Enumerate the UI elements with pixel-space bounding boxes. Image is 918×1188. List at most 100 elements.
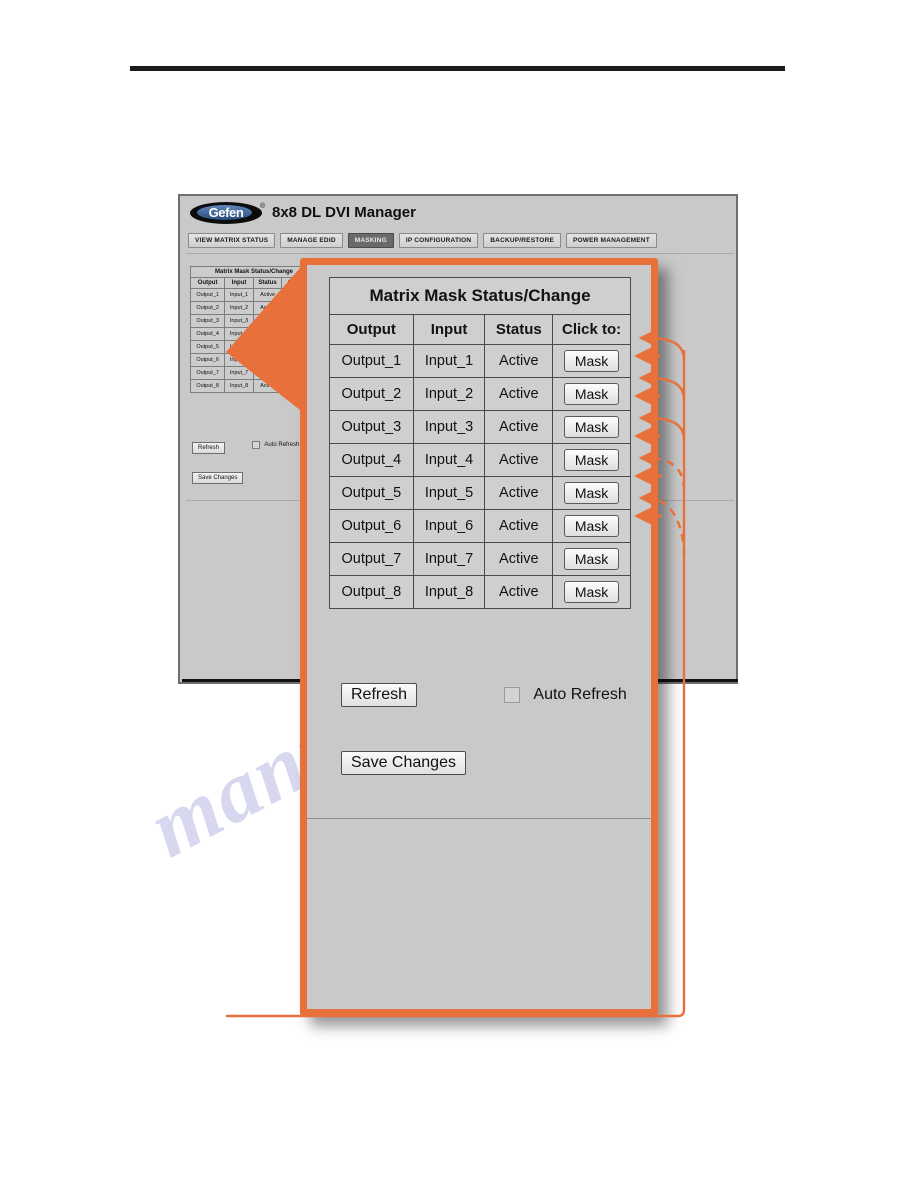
cell-input: Input_7 bbox=[412, 542, 486, 576]
tab-masking[interactable]: MASKING bbox=[347, 233, 394, 248]
mini-auto-refresh-label: Auto Refresh bbox=[264, 441, 300, 448]
logo-wordmark: Gefen bbox=[208, 205, 244, 220]
table-row: Output_8 Input_8 Active Mask bbox=[189, 379, 318, 393]
cell-input: Input_2 bbox=[412, 377, 486, 411]
cell-action[interactable]: Mask bbox=[552, 542, 631, 576]
mini-table-title: Matrix Mask Status/Change bbox=[190, 266, 318, 278]
mini-cell-input: Input_4 bbox=[224, 327, 254, 341]
cell-output: Output_2 bbox=[329, 377, 414, 411]
cell-input: Input_3 bbox=[412, 410, 486, 444]
mini-cell-status: Active bbox=[252, 366, 283, 380]
mini-cell-input: Input_3 bbox=[224, 314, 254, 328]
cell-input: Input_8 bbox=[412, 575, 486, 609]
cell-output: Output_3 bbox=[329, 410, 414, 444]
cell-output: Output_5 bbox=[329, 476, 414, 510]
mask-button-row-3[interactable]: Mask bbox=[563, 416, 620, 438]
cell-action[interactable]: Mask bbox=[552, 344, 631, 378]
app-header: Gefen ® 8x8 DL DVI Manager bbox=[180, 196, 736, 232]
table-row: Output_3 Input_3 Active Mask bbox=[329, 410, 631, 444]
cell-action[interactable]: Mask bbox=[552, 443, 631, 477]
page-header-rule bbox=[130, 66, 785, 71]
table-row: Output_6 Input_6 Active Mask bbox=[329, 509, 631, 543]
save-controls: Save Changes bbox=[341, 751, 466, 775]
cell-input: Input_4 bbox=[412, 443, 486, 477]
cell-status: Active bbox=[484, 377, 554, 411]
cell-input: Input_1 bbox=[412, 344, 486, 378]
app-divider-top bbox=[186, 253, 734, 254]
cell-input: Input_6 bbox=[412, 509, 486, 543]
mask-button-row-8[interactable]: Mask bbox=[563, 581, 620, 603]
mask-button-row-2[interactable]: Mask bbox=[563, 383, 620, 405]
mini-cell-input: Input_8 bbox=[224, 379, 254, 393]
table-row: Output_7 Input_7 Active Mask bbox=[329, 542, 631, 576]
tab-view-matrix-status[interactable]: VIEW MATRIX STATUS bbox=[188, 233, 276, 248]
mini-cell-input: Input_2 bbox=[224, 301, 254, 315]
mini-save-changes-button[interactable]: Save Changes bbox=[192, 472, 244, 484]
cell-output: Output_7 bbox=[329, 542, 414, 576]
manual-page: manualshive Gefen ® 8x8 DL DVI Manager V… bbox=[0, 0, 918, 1188]
cell-output: Output_6 bbox=[329, 509, 414, 543]
save-changes-button[interactable]: Save Changes bbox=[341, 751, 466, 775]
mini-col-status: Status bbox=[252, 277, 283, 289]
column-header-output: Output bbox=[329, 314, 414, 345]
app-title: 8x8 DL DVI Manager bbox=[272, 204, 416, 221]
table-row: Output_7 Input_7 Active Mask bbox=[189, 366, 318, 380]
table-row: Output_1 Input_1 Active Mask bbox=[329, 344, 631, 378]
cell-action[interactable]: Mask bbox=[552, 575, 631, 609]
mask-button-row-6[interactable]: Mask bbox=[563, 515, 620, 537]
table-row: Output_2 Input_2 Active Mask bbox=[189, 301, 318, 315]
mask-button-row-4[interactable]: Mask bbox=[563, 449, 620, 471]
table-row: Output_6 Input_6 Active Mask bbox=[189, 353, 318, 367]
registered-trademark-icon: ® bbox=[260, 203, 266, 210]
mini-cell-output: Output_1 bbox=[189, 288, 226, 302]
cell-output: Output_4 bbox=[329, 443, 414, 477]
table-row: Output_5 Input_5 Active Mask bbox=[189, 340, 318, 354]
panel-title: Matrix Mask Status/Change bbox=[329, 277, 631, 315]
tab-power-management[interactable]: POWER MANAGEMENT bbox=[566, 233, 657, 248]
tab-ip-configuration[interactable]: IP CONFIGURATION bbox=[398, 233, 479, 248]
cell-status: Active bbox=[484, 509, 554, 543]
mask-button-row-7[interactable]: Mask bbox=[563, 548, 620, 570]
cell-status: Active bbox=[484, 542, 554, 576]
cell-action[interactable]: Mask bbox=[552, 509, 631, 543]
matrix-mask-table: Matrix Mask Status/Change Output Input S… bbox=[329, 277, 631, 609]
mini-cell-output: Output_4 bbox=[189, 327, 226, 341]
mini-cell-status: Active bbox=[252, 314, 283, 328]
table-row: Output_4 Input_4 Active Mask bbox=[329, 443, 631, 477]
cell-status: Active bbox=[484, 476, 554, 510]
auto-refresh-checkbox[interactable] bbox=[503, 686, 520, 703]
table-row: Output_5 Input_5 Active Mask bbox=[329, 476, 631, 510]
column-header-status: Status bbox=[484, 314, 554, 345]
mini-cell-status: Active bbox=[252, 327, 283, 341]
cell-action[interactable]: Mask bbox=[552, 377, 631, 411]
mini-cell-status: Active bbox=[252, 353, 283, 367]
refresh-button[interactable]: Refresh bbox=[341, 683, 418, 707]
auto-refresh-label: Auto Refresh bbox=[533, 685, 627, 703]
mini-cell-output: Output_2 bbox=[189, 301, 226, 315]
mask-button-row-5[interactable]: Mask bbox=[563, 482, 620, 504]
table-row: Output_8 Input_8 Active Mask bbox=[329, 575, 631, 609]
mini-refresh-button[interactable]: Refresh bbox=[192, 442, 226, 454]
cell-status: Active bbox=[484, 410, 554, 444]
cell-action[interactable]: Mask bbox=[552, 476, 631, 510]
mini-cell-status: Active bbox=[252, 340, 283, 354]
cell-status: Active bbox=[484, 575, 554, 609]
table-row: Output_4 Input_4 Active Mask bbox=[189, 327, 318, 341]
cell-status: Active bbox=[484, 344, 554, 378]
mini-cell-input: Input_7 bbox=[224, 366, 254, 380]
mini-cell-output: Output_5 bbox=[189, 340, 226, 354]
cell-action[interactable]: Mask bbox=[552, 410, 631, 444]
table-row: Output_3 Input_3 Active Mask bbox=[189, 314, 318, 328]
tab-manage-edid[interactable]: MANAGE EDID bbox=[280, 233, 343, 248]
cell-input: Input_5 bbox=[412, 476, 486, 510]
cell-output: Output_8 bbox=[329, 575, 414, 609]
zoom-callout-content: Matrix Mask Status/Change Output Input S… bbox=[307, 265, 651, 1009]
mini-cell-output: Output_6 bbox=[189, 353, 226, 367]
tab-backup-restore[interactable]: BACKUP/RESTORE bbox=[483, 233, 561, 248]
mini-auto-refresh-checkbox[interactable] bbox=[251, 440, 260, 449]
mini-col-output: Output bbox=[189, 277, 226, 289]
table-row: Output_1 Input_1 Active Mask bbox=[189, 288, 318, 302]
mini-cell-output: Output_7 bbox=[189, 366, 226, 380]
app-tabbar: VIEW MATRIX STATUS MANAGE EDID MASKING I… bbox=[188, 233, 657, 248]
mask-button-row-1[interactable]: Mask bbox=[563, 350, 620, 372]
